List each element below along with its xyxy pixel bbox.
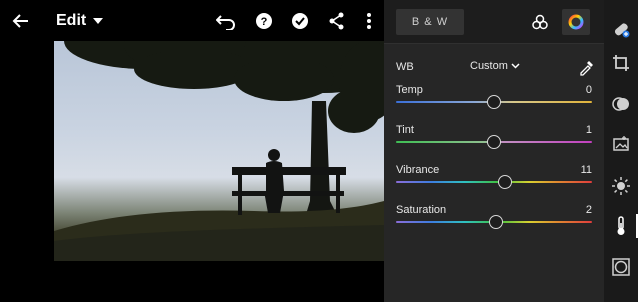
white-balance-row: WB Custom xyxy=(396,58,596,76)
slider-tint: Tint 1 xyxy=(396,124,592,160)
slider-value[interactable]: 2 xyxy=(586,204,592,216)
color-mix-icon[interactable] xyxy=(526,9,554,35)
healing-brush-icon[interactable] xyxy=(611,19,631,39)
svg-text:?: ? xyxy=(261,16,268,28)
chevron-down-icon xyxy=(511,63,520,69)
slider-thumb[interactable] xyxy=(487,95,501,109)
photo-canvas[interactable] xyxy=(54,41,384,261)
effects-vignette-icon[interactable] xyxy=(611,257,631,277)
slider-label: Saturation xyxy=(396,204,447,216)
top-toolbar: Edit ? xyxy=(0,0,384,42)
back-arrow-icon[interactable] xyxy=(10,10,32,32)
slider-vibrance: Vibrance 11 xyxy=(396,164,592,200)
presets-icon[interactable] xyxy=(611,134,631,154)
more-icon[interactable] xyxy=(358,10,380,32)
color-panel: B & W WB Custom Temp 0 Tint 1 Vibrance 11 Satu xyxy=(384,0,604,302)
help-icon[interactable]: ? xyxy=(253,10,275,32)
panel-header: B & W xyxy=(384,0,604,44)
bw-button[interactable]: B & W xyxy=(396,9,464,35)
crop-icon[interactable] xyxy=(611,53,631,73)
slider-label: Temp xyxy=(396,84,423,96)
slider-thumb[interactable] xyxy=(487,135,502,149)
tool-strip xyxy=(604,0,638,302)
undo-icon[interactable] xyxy=(215,10,237,32)
slider-label: Tint xyxy=(396,124,414,136)
slider-temp: Temp 0 xyxy=(396,84,592,120)
done-check-icon[interactable] xyxy=(289,10,311,32)
slider-saturation: Saturation 2 xyxy=(396,204,592,240)
slider-thumb[interactable] xyxy=(497,175,512,189)
eyedropper-icon[interactable] xyxy=(578,58,596,76)
slider-value[interactable]: 0 xyxy=(586,84,592,96)
masking-icon[interactable] xyxy=(611,94,631,114)
slider-value[interactable]: 11 xyxy=(581,164,592,176)
edit-mode-label: Edit xyxy=(56,12,87,29)
wb-preset-value: Custom xyxy=(470,60,508,72)
light-icon[interactable] xyxy=(611,176,631,196)
wb-preset-dropdown[interactable]: Custom xyxy=(470,60,520,72)
slider-track[interactable] xyxy=(396,181,592,183)
slider-value[interactable]: 1 xyxy=(586,124,592,136)
chevron-down-icon xyxy=(93,18,104,24)
color-wheel-icon[interactable] xyxy=(562,9,590,35)
photo-image xyxy=(54,41,384,261)
slider-thumb[interactable] xyxy=(488,215,503,229)
edit-mode-dropdown[interactable]: Edit xyxy=(56,12,104,30)
wb-label: WB xyxy=(396,61,414,73)
share-icon[interactable] xyxy=(326,10,348,32)
slider-label: Vibrance xyxy=(396,164,440,176)
color-thermometer-icon[interactable] xyxy=(611,216,631,236)
